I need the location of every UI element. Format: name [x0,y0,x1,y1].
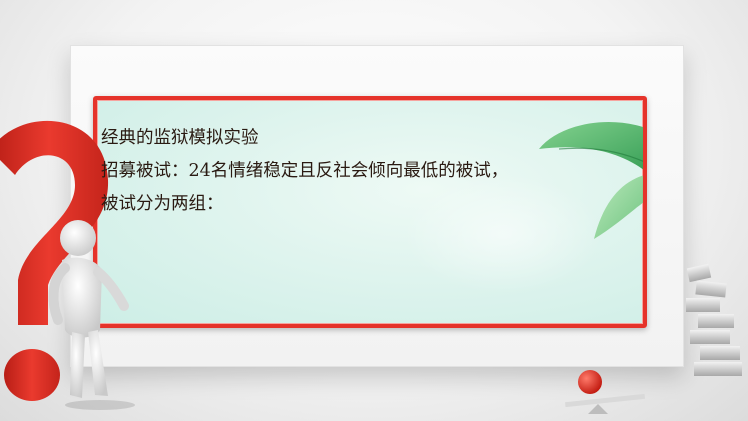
slide-stage: 经典的监狱模拟实验 招募被试：24名情绪稳定且反社会倾向最低的被试， 被试分为两… [0,0,748,421]
slide-title: 经典的监狱模拟实验 [101,128,259,148]
groups-line: 被试分为两组： [101,194,224,214]
recruit-line: 招募被试：24名情绪稳定且反社会倾向最低的被试， [101,161,509,181]
white-figure-icon [48,220,135,410]
red-ball-seesaw-icon [565,370,646,414]
content-panel: 经典的监狱模拟实验 招募被试：24名情绪稳定且反社会倾向最低的被试， 被试分为两… [93,96,647,328]
stacked-blocks-icon [686,263,742,376]
text-lines: 经典的监狱模拟实验 招募被试：24名情绪稳定且反社会倾向最低的被试， 被试分为两… [101,122,643,221]
